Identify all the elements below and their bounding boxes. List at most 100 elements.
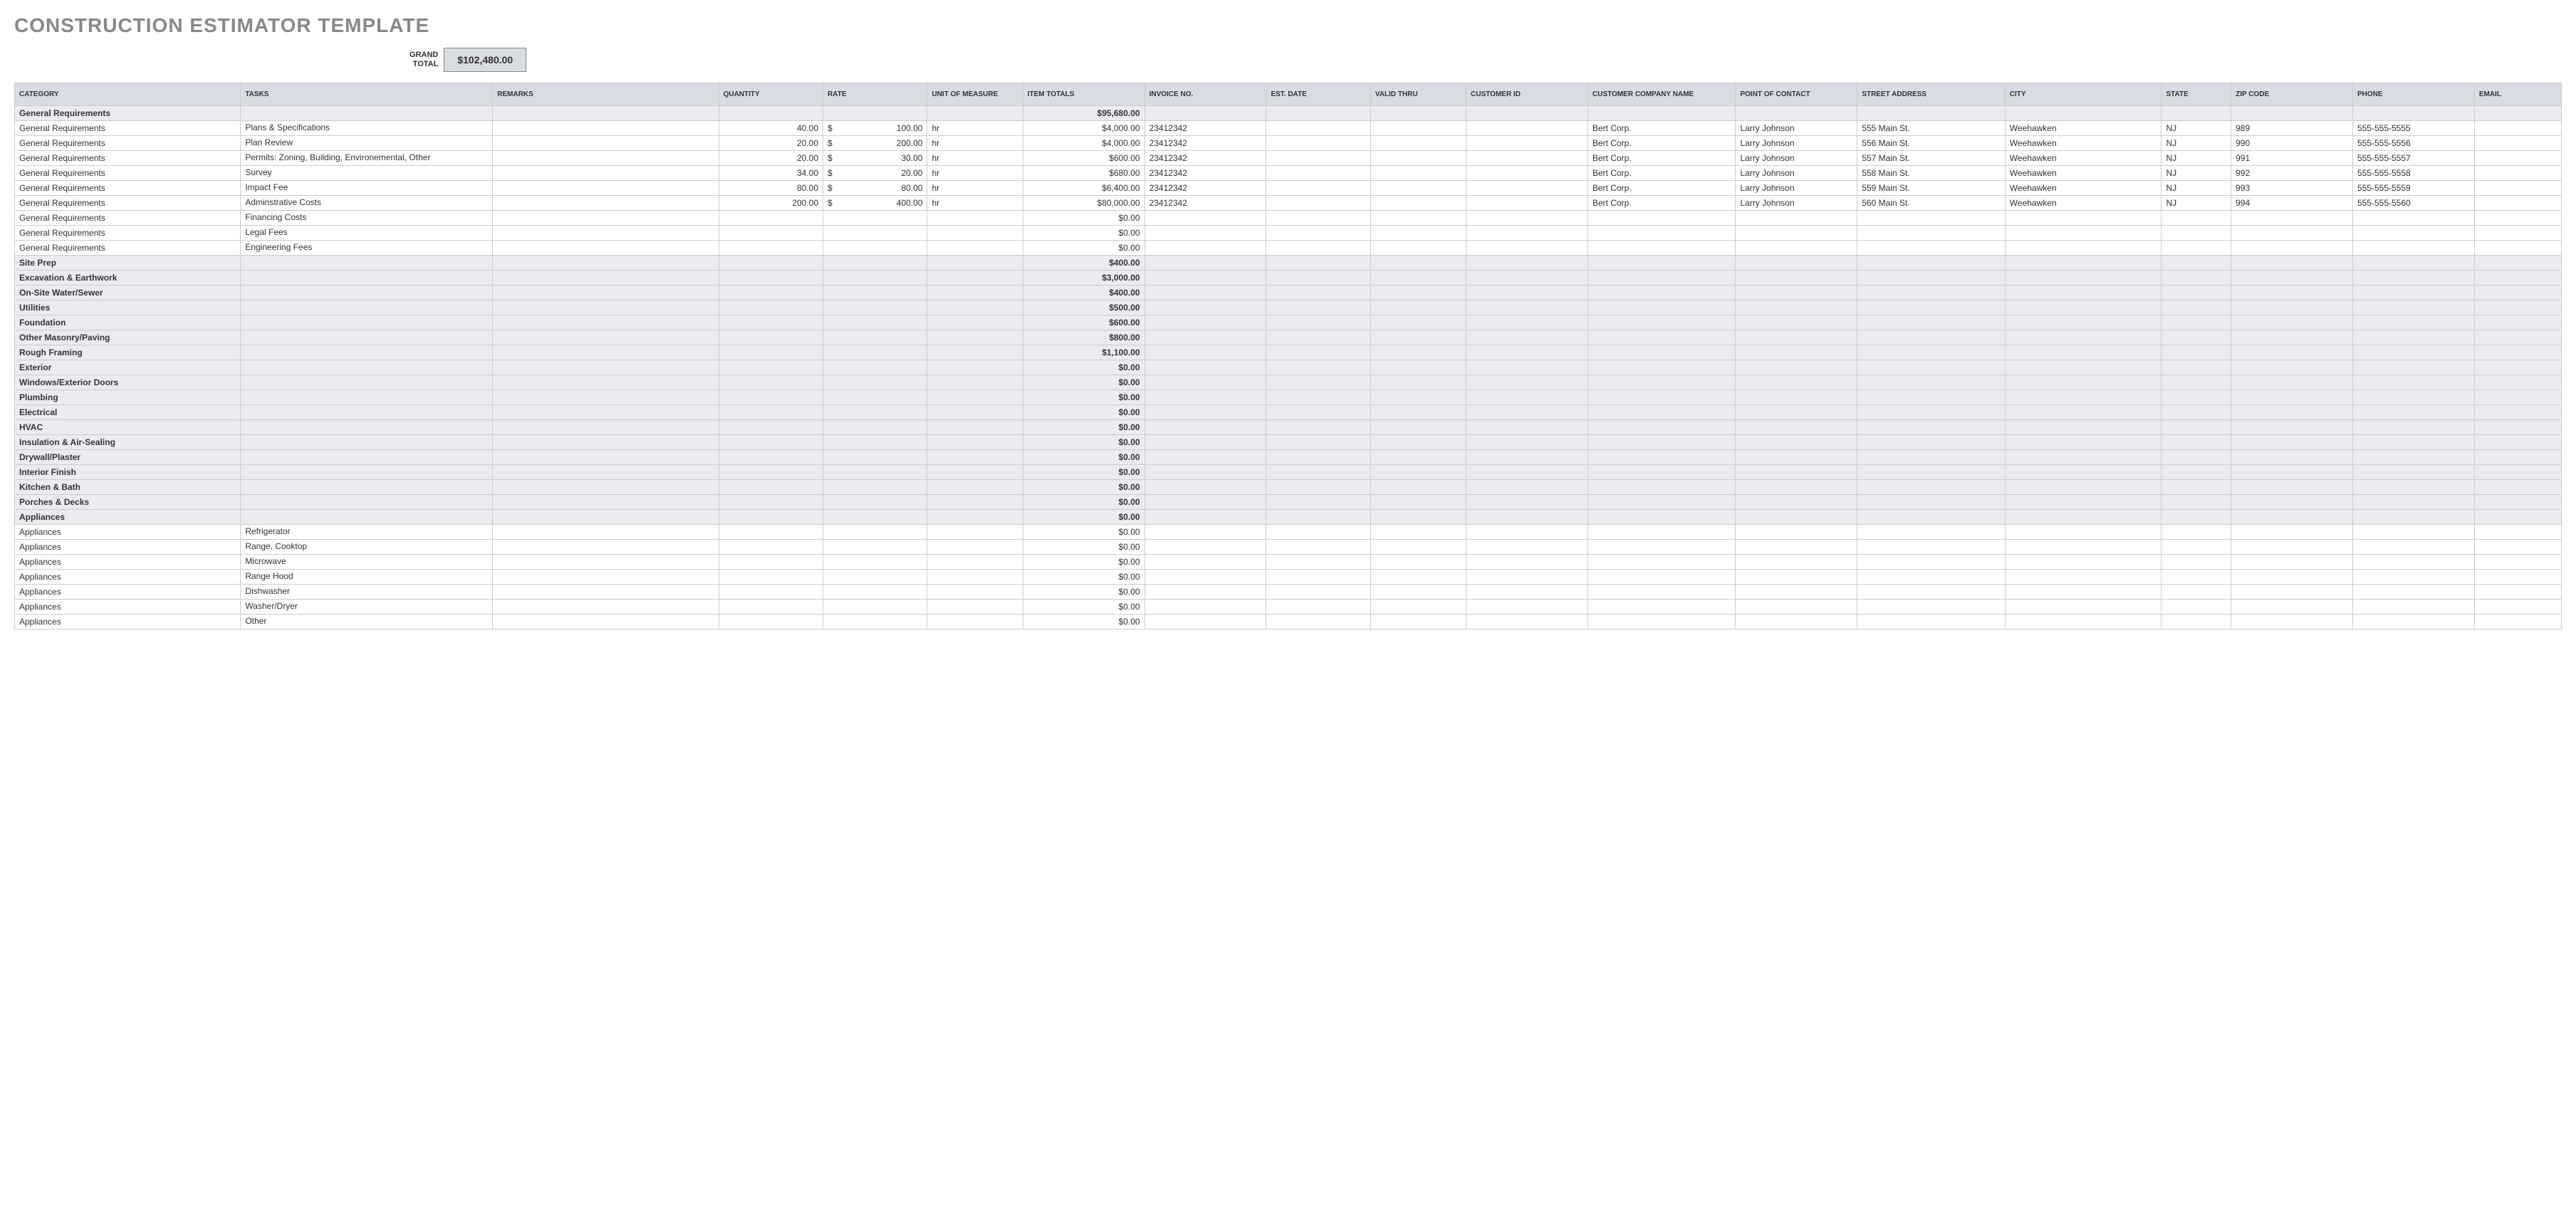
cell-est-date[interactable] — [1266, 405, 1370, 420]
table-row[interactable]: Site Prep$400.00 — [15, 256, 2562, 271]
table-row[interactable]: Windows/Exterior Doors$0.00 — [15, 375, 2562, 390]
cell-city[interactable] — [2005, 345, 2162, 360]
cell-state[interactable]: NJ — [2162, 136, 2231, 151]
cell-phone[interactable] — [2352, 450, 2474, 465]
cell-unit[interactable] — [927, 540, 1023, 555]
cell-customer-id[interactable] — [1466, 106, 1588, 121]
cell-unit[interactable] — [927, 570, 1023, 585]
cell-invoice-no[interactable] — [1144, 585, 1266, 600]
cell-tasks[interactable] — [241, 375, 493, 390]
cell-valid-thru[interactable] — [1370, 615, 1466, 630]
cell-valid-thru[interactable] — [1370, 585, 1466, 600]
cell-zip[interactable] — [2231, 241, 2353, 256]
cell-city[interactable] — [2005, 375, 2162, 390]
cell-state[interactable] — [2162, 301, 2231, 315]
cell-valid-thru[interactable] — [1370, 345, 1466, 360]
cell-zip[interactable] — [2231, 525, 2353, 540]
cell-company[interactable] — [1588, 211, 1736, 226]
cell-remarks[interactable] — [493, 330, 719, 345]
cell-customer-id[interactable] — [1466, 241, 1588, 256]
cell-invoice-no[interactable] — [1144, 301, 1266, 315]
cell-customer-id[interactable] — [1466, 136, 1588, 151]
cell-company[interactable] — [1588, 241, 1736, 256]
cell-poc[interactable] — [1736, 495, 1857, 510]
cell-state[interactable] — [2162, 570, 2231, 585]
cell-rate[interactable] — [823, 450, 927, 465]
cell-invoice-no[interactable] — [1144, 540, 1266, 555]
cell-company[interactable] — [1588, 600, 1736, 615]
cell-invoice-no[interactable] — [1144, 450, 1266, 465]
cell-unit[interactable] — [927, 390, 1023, 405]
cell-category[interactable]: Excavation & Earthwork — [15, 271, 241, 286]
cell-customer-id[interactable] — [1466, 330, 1588, 345]
cell-customer-id[interactable] — [1466, 121, 1588, 136]
cell-category[interactable]: Appliances — [15, 510, 241, 525]
cell-customer-id[interactable] — [1466, 166, 1588, 181]
cell-est-date[interactable] — [1266, 181, 1370, 196]
cell-state[interactable]: NJ — [2162, 166, 2231, 181]
cell-quantity[interactable] — [719, 286, 823, 301]
cell-email[interactable] — [2474, 211, 2561, 226]
cell-poc[interactable]: Larry Johnson — [1736, 136, 1857, 151]
cell-company[interactable] — [1588, 345, 1736, 360]
cell-city[interactable] — [2005, 615, 2162, 630]
cell-est-date[interactable] — [1266, 495, 1370, 510]
cell-invoice-no[interactable]: 23412342 — [1144, 181, 1266, 196]
cell-unit[interactable] — [927, 405, 1023, 420]
cell-zip[interactable] — [2231, 450, 2353, 465]
cell-tasks[interactable] — [241, 271, 493, 286]
cell-category[interactable]: General Requirements — [15, 166, 241, 181]
cell-phone[interactable] — [2352, 465, 2474, 480]
cell-item-totals[interactable]: $600.00 — [1023, 315, 1144, 330]
cell-poc[interactable] — [1736, 555, 1857, 570]
cell-est-date[interactable] — [1266, 585, 1370, 600]
cell-valid-thru[interactable] — [1370, 600, 1466, 615]
cell-company[interactable] — [1588, 271, 1736, 286]
cell-phone[interactable] — [2352, 600, 2474, 615]
cell-street[interactable] — [1857, 375, 2005, 390]
cell-valid-thru[interactable] — [1370, 435, 1466, 450]
cell-zip[interactable]: 989 — [2231, 121, 2353, 136]
cell-phone[interactable] — [2352, 301, 2474, 315]
cell-rate[interactable] — [823, 286, 927, 301]
cell-rate[interactable]: $200.00 — [823, 136, 927, 151]
cell-est-date[interactable] — [1266, 136, 1370, 151]
cell-company[interactable] — [1588, 226, 1736, 241]
cell-email[interactable] — [2474, 585, 2561, 600]
cell-customer-id[interactable] — [1466, 435, 1588, 450]
cell-remarks[interactable] — [493, 480, 719, 495]
cell-city[interactable] — [2005, 480, 2162, 495]
cell-valid-thru[interactable] — [1370, 271, 1466, 286]
cell-state[interactable] — [2162, 525, 2231, 540]
cell-valid-thru[interactable] — [1370, 315, 1466, 330]
cell-state[interactable] — [2162, 241, 2231, 256]
cell-item-totals[interactable]: $680.00 — [1023, 166, 1144, 181]
cell-remarks[interactable] — [493, 181, 719, 196]
cell-poc[interactable] — [1736, 375, 1857, 390]
cell-remarks[interactable] — [493, 615, 719, 630]
cell-rate[interactable] — [823, 615, 927, 630]
cell-rate[interactable] — [823, 435, 927, 450]
cell-zip[interactable] — [2231, 226, 2353, 241]
cell-tasks[interactable] — [241, 495, 493, 510]
cell-valid-thru[interactable] — [1370, 226, 1466, 241]
cell-est-date[interactable] — [1266, 540, 1370, 555]
table-row[interactable]: Excavation & Earthwork$3,000.00 — [15, 271, 2562, 286]
cell-email[interactable] — [2474, 136, 2561, 151]
cell-street[interactable] — [1857, 286, 2005, 301]
cell-quantity[interactable] — [719, 405, 823, 420]
cell-phone[interactable] — [2352, 226, 2474, 241]
cell-item-totals[interactable]: $0.00 — [1023, 465, 1144, 480]
cell-zip[interactable] — [2231, 345, 2353, 360]
cell-quantity[interactable]: 34.00 — [719, 166, 823, 181]
cell-tasks[interactable] — [241, 345, 493, 360]
cell-poc[interactable] — [1736, 585, 1857, 600]
cell-est-date[interactable] — [1266, 615, 1370, 630]
cell-valid-thru[interactable] — [1370, 166, 1466, 181]
cell-est-date[interactable] — [1266, 555, 1370, 570]
cell-poc[interactable] — [1736, 420, 1857, 435]
cell-zip[interactable] — [2231, 465, 2353, 480]
cell-state[interactable] — [2162, 615, 2231, 630]
cell-company[interactable] — [1588, 301, 1736, 315]
cell-phone[interactable] — [2352, 390, 2474, 405]
